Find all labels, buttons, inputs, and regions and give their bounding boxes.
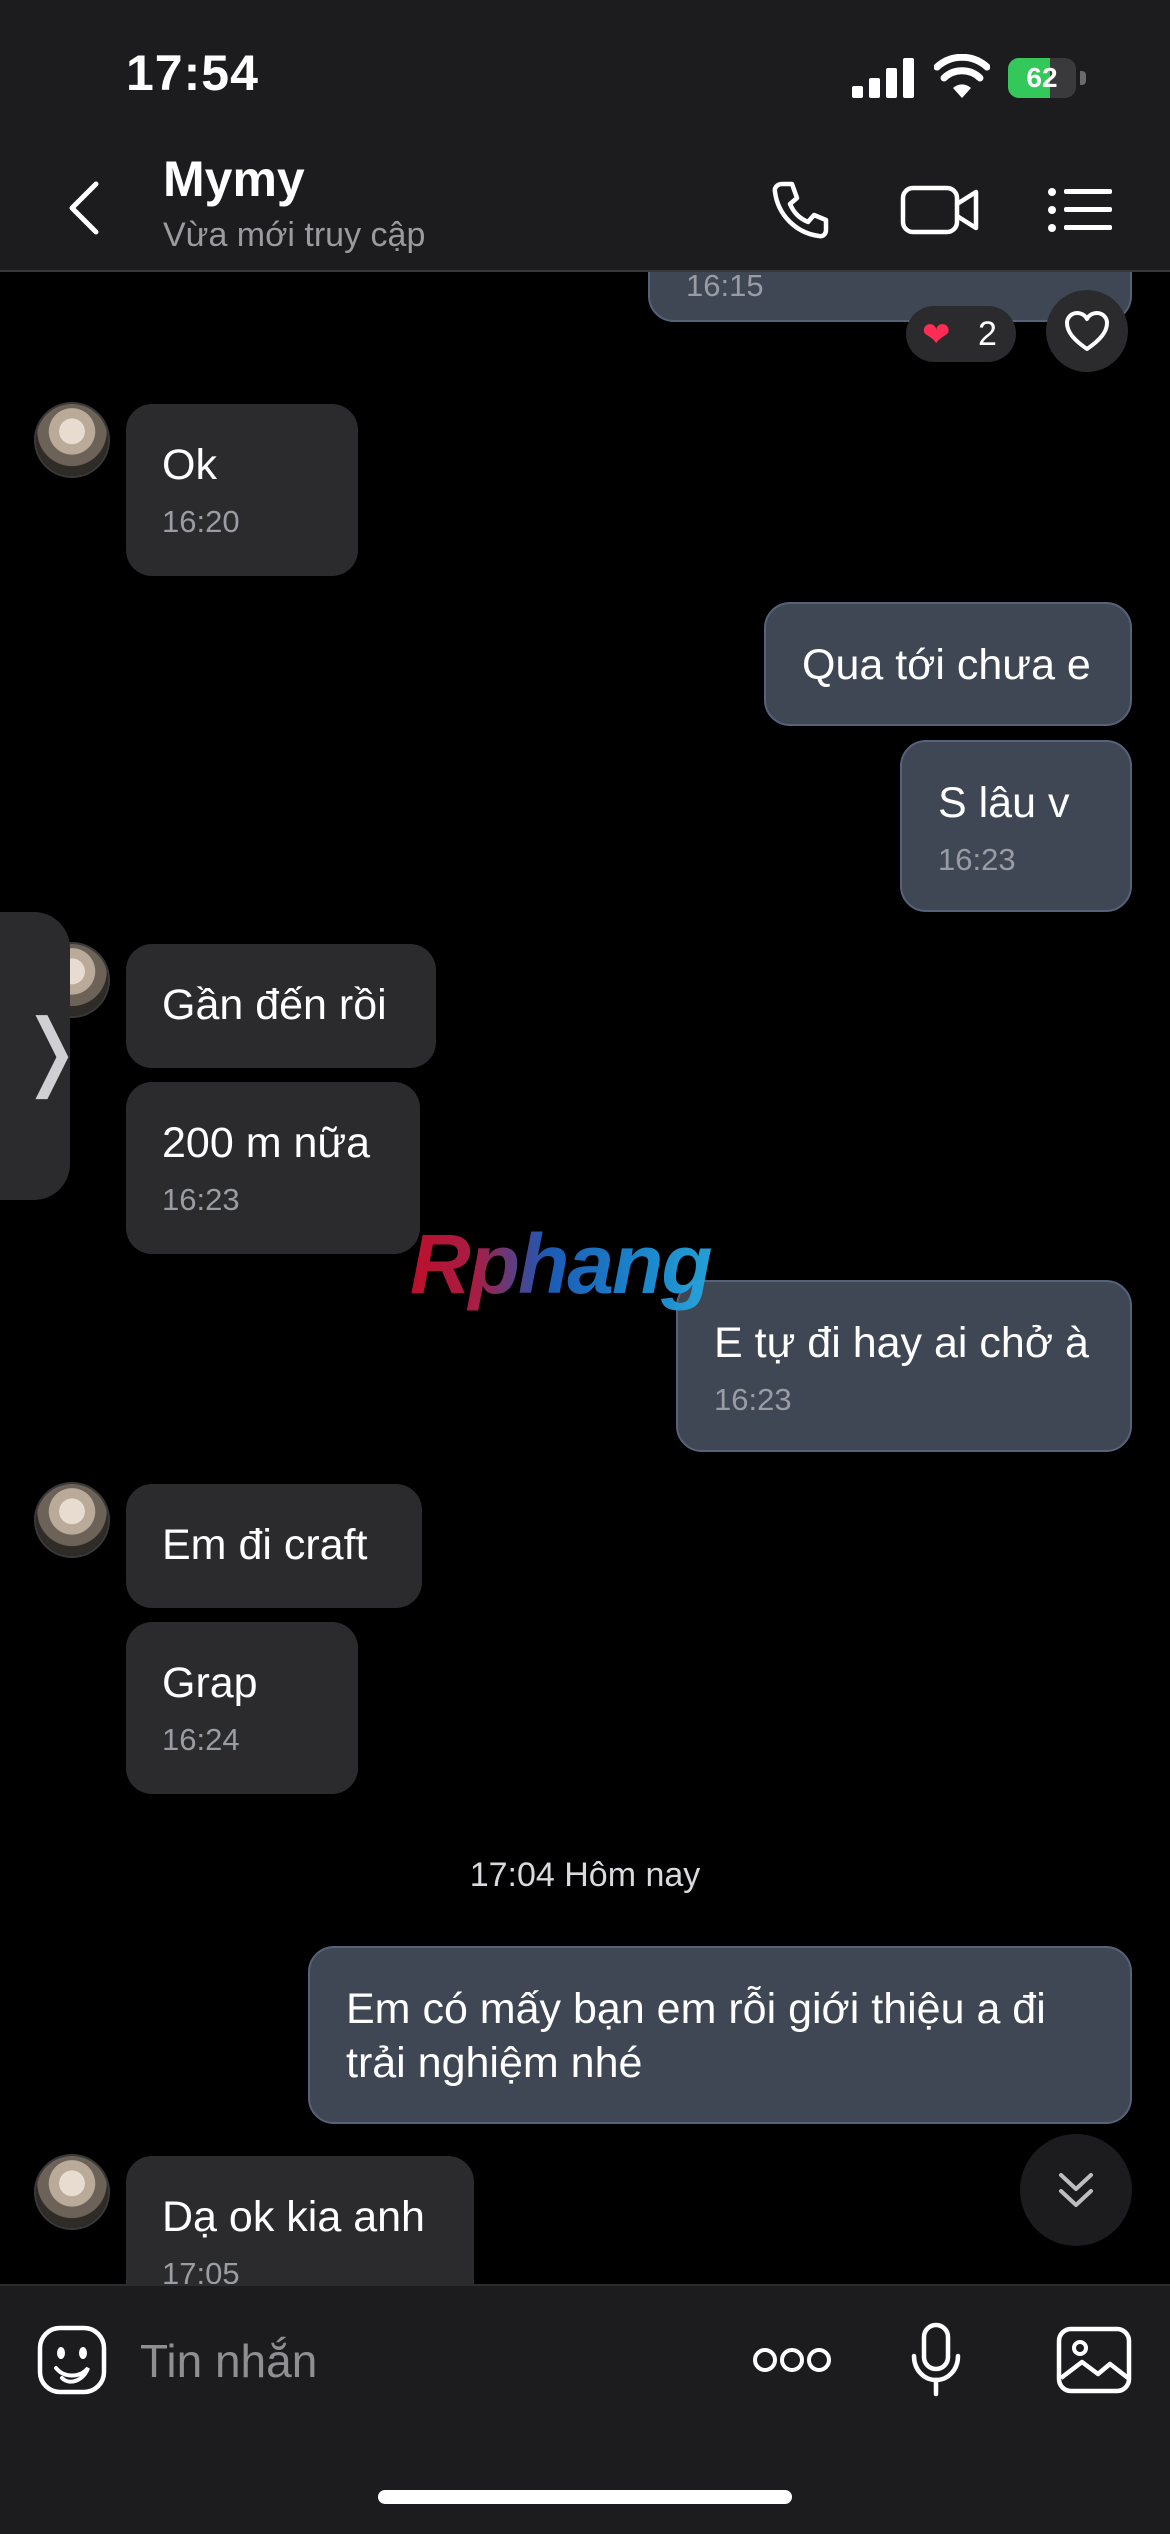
- message-time: 16:24: [162, 1722, 240, 1757]
- message-text: Grap: [162, 1659, 258, 1707]
- message-text: Em đi craft: [162, 1521, 368, 1569]
- message-bubble-outgoing[interactable]: S lâu v 16:23: [900, 740, 1132, 912]
- battery-indicator: 62: [1008, 58, 1088, 98]
- contact-avatar[interactable]: [36, 404, 108, 476]
- message-text: 200 m nữa: [162, 1119, 371, 1167]
- menu-list-icon[interactable]: [1046, 178, 1114, 242]
- contact-avatar[interactable]: [36, 1484, 108, 1556]
- message-time: 16:15: [686, 272, 764, 303]
- chat-header: Mymy Vừa mới truy cập: [0, 140, 1170, 272]
- battery-tip: [1080, 71, 1086, 85]
- message-time: 16:23: [162, 1182, 240, 1217]
- watermark-logo: Rphang: [410, 1217, 713, 1311]
- date-separator: 17:04 Hôm nay: [469, 1856, 701, 1894]
- side-drawer-toggle[interactable]: ❭: [0, 912, 86, 1200]
- contact-name[interactable]: Mymy: [163, 150, 305, 208]
- message-text: Qua tới chưa e: [802, 641, 1091, 689]
- contact-avatar[interactable]: [36, 2156, 108, 2228]
- message-text: Em có mấy bạn em rỗi giới thiệu a đi trả…: [346, 1985, 1046, 2087]
- message-time: 16:23: [714, 1382, 792, 1417]
- sticker-icon[interactable]: [36, 2324, 108, 2396]
- message-input[interactable]: [140, 2326, 700, 2396]
- message-time: 17:05: [162, 2256, 240, 2284]
- reaction-badge[interactable]: ❤ 2: [906, 306, 1016, 362]
- more-options-icon[interactable]: [752, 2344, 832, 2376]
- chevron-right-icon: ❭: [16, 1003, 87, 1097]
- message-text: Dạ ok kia anh: [162, 2193, 425, 2241]
- message-text: E tự đi hay ai chở à: [714, 1319, 1089, 1367]
- message-list[interactable]: 16:15 ❤ 2 Ok 16:20 Qua tới chưa e S lâu …: [0, 272, 1170, 2284]
- message-text: S lâu v: [938, 779, 1070, 827]
- battery-percent: 62: [1026, 62, 1058, 93]
- home-indicator: [378, 2490, 792, 2504]
- message-bubble-outgoing[interactable]: Qua tới chưa e: [764, 602, 1132, 726]
- double-chevron-down-icon: [1059, 2173, 1093, 2207]
- battery-body: 62: [1008, 58, 1076, 98]
- wifi-icon: [934, 54, 990, 98]
- scroll-to-bottom-button[interactable]: [1020, 2134, 1132, 2246]
- status-time: 17:54: [126, 45, 259, 101]
- message-time: 16:23: [938, 842, 1016, 877]
- video-call-icon[interactable]: [900, 178, 980, 242]
- cellular-signal-icon: [852, 58, 914, 98]
- like-button[interactable]: [1046, 290, 1128, 372]
- phone-call-icon[interactable]: [768, 178, 832, 242]
- message-bubble-incoming[interactable]: Gần đến rồi: [126, 944, 436, 1068]
- contact-status: Vừa mới truy cập: [163, 216, 426, 254]
- status-bar: 17:54 62: [0, 0, 1170, 140]
- message-text: Ok: [162, 441, 217, 489]
- image-gallery-icon[interactable]: [1056, 2326, 1132, 2394]
- message-bubble-incoming[interactable]: Dạ ok kia anh 17:05: [126, 2156, 474, 2284]
- message-bubble-incoming[interactable]: Ok 16:20: [126, 404, 358, 576]
- heart-reaction-icon: ❤: [922, 316, 951, 354]
- heart-outline-icon: [1065, 311, 1109, 351]
- message-bubble-incoming[interactable]: 200 m nữa 16:23: [126, 1082, 420, 1254]
- message-bubble-incoming[interactable]: Grap 16:24: [126, 1622, 358, 1794]
- message-time: 16:20: [162, 504, 240, 539]
- microphone-icon[interactable]: [908, 2322, 964, 2398]
- back-chevron-icon[interactable]: [58, 178, 118, 238]
- message-bubble-incoming[interactable]: Em đi craft: [126, 1484, 422, 1608]
- message-bubble-outgoing[interactable]: E tự đi hay ai chở à 16:23: [676, 1280, 1132, 1452]
- reaction-count: 2: [978, 315, 997, 353]
- message-text: Gần đến rồi: [162, 981, 387, 1029]
- message-bubble-outgoing[interactable]: Em có mấy bạn em rỗi giới thiệu a đi trả…: [308, 1946, 1132, 2124]
